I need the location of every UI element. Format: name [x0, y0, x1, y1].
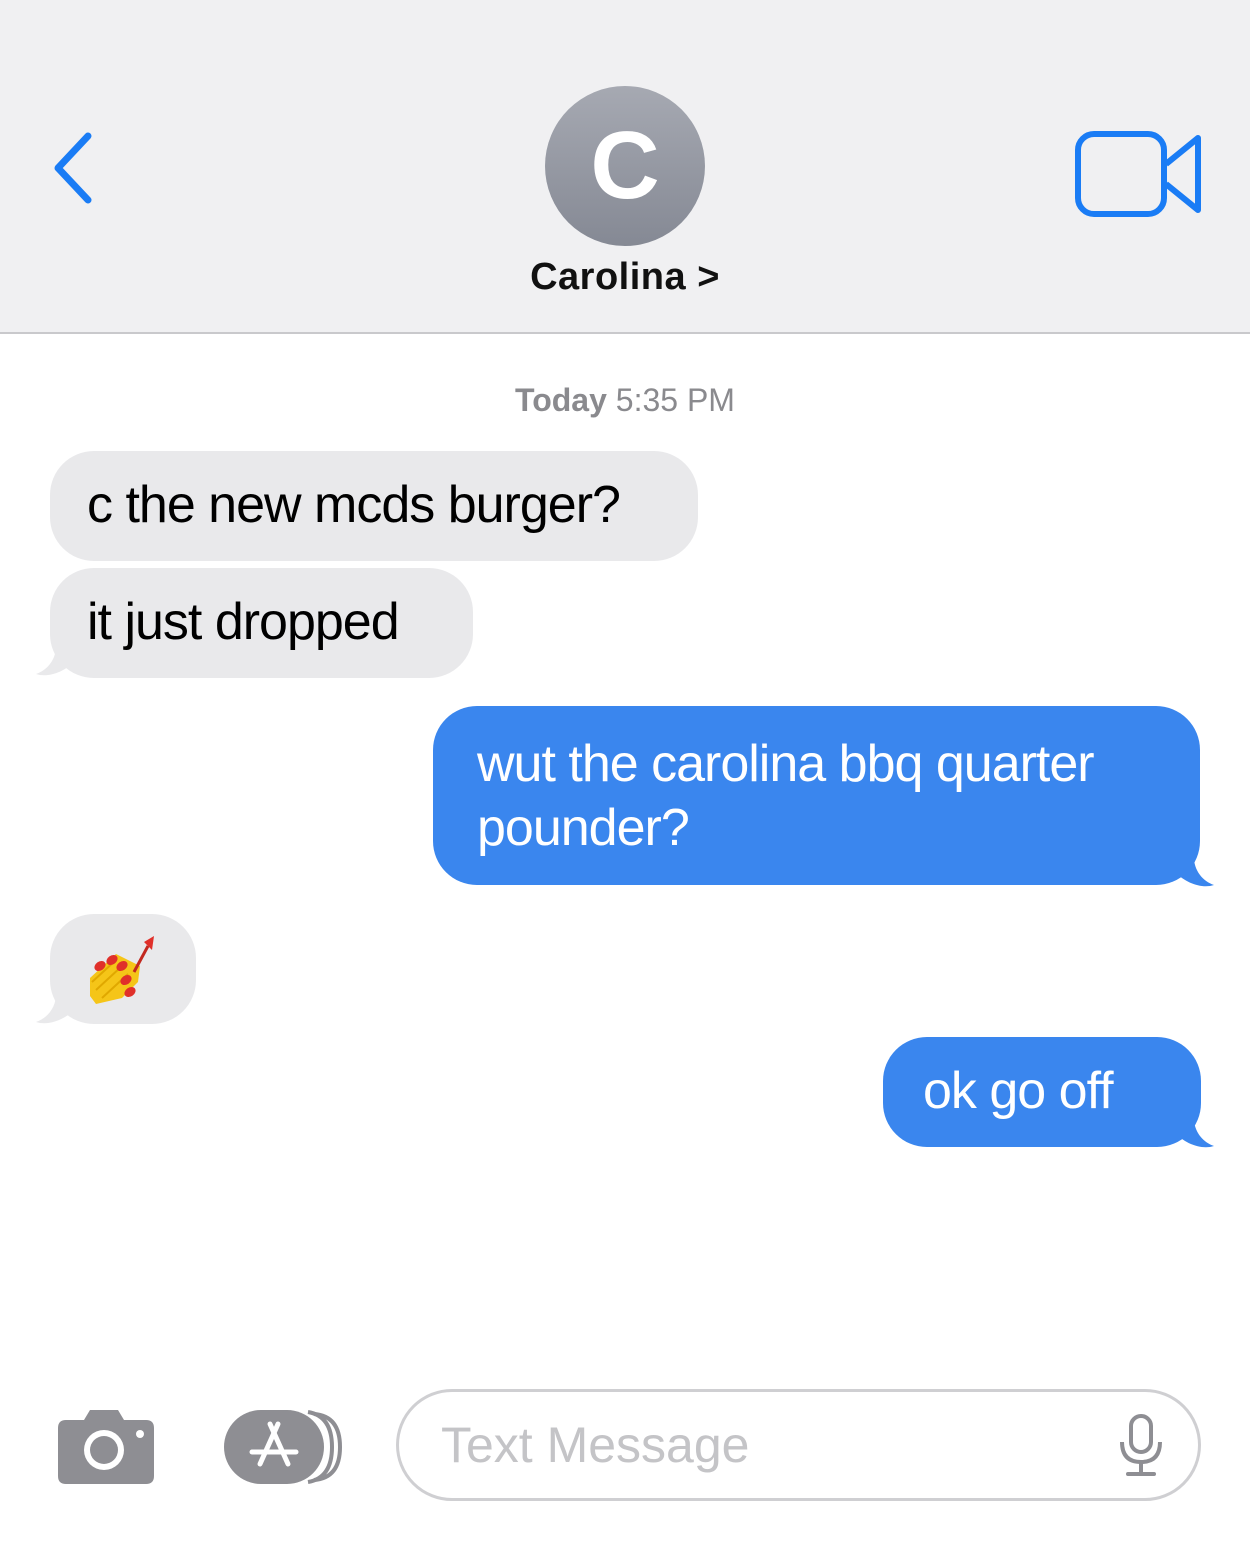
dictation-button[interactable]	[1118, 1414, 1164, 1478]
incoming-message-bubble[interactable]: it just dropped	[50, 568, 473, 678]
video-camera-icon	[1075, 131, 1201, 217]
bubble-tail	[1176, 851, 1214, 887]
timestamp-day: Today	[515, 382, 607, 418]
contact-avatar[interactable]: C	[545, 86, 705, 246]
app-store-icon	[224, 1410, 343, 1484]
app-store-button[interactable]	[222, 1408, 344, 1486]
text-message-input[interactable]	[396, 1389, 1201, 1501]
timestamp-time: 5:35 PM	[615, 382, 735, 418]
bubble-tail	[1176, 1112, 1214, 1148]
facetime-video-button[interactable]	[1074, 130, 1204, 218]
conversation-header: C Carolina >	[0, 0, 1250, 334]
back-button[interactable]	[46, 128, 102, 208]
bubble-tail	[36, 988, 74, 1024]
outgoing-message-bubble[interactable]: wut the carolina bbq quarter pounder?	[433, 706, 1200, 885]
message-timestamp: Today 5:35 PM	[0, 382, 1250, 419]
outgoing-message-bubble[interactable]: ok go off	[883, 1037, 1201, 1147]
nail-polish-emoji	[90, 936, 154, 1004]
bubble-tail	[36, 640, 74, 676]
chevron-left-icon	[54, 132, 92, 204]
incoming-message-bubble[interactable]: c the new mcds burger?	[50, 451, 698, 561]
microphone-icon	[1120, 1414, 1162, 1476]
camera-icon	[58, 1410, 154, 1484]
contact-name-link[interactable]: Carolina >	[0, 256, 1250, 299]
camera-button[interactable]	[56, 1406, 156, 1486]
